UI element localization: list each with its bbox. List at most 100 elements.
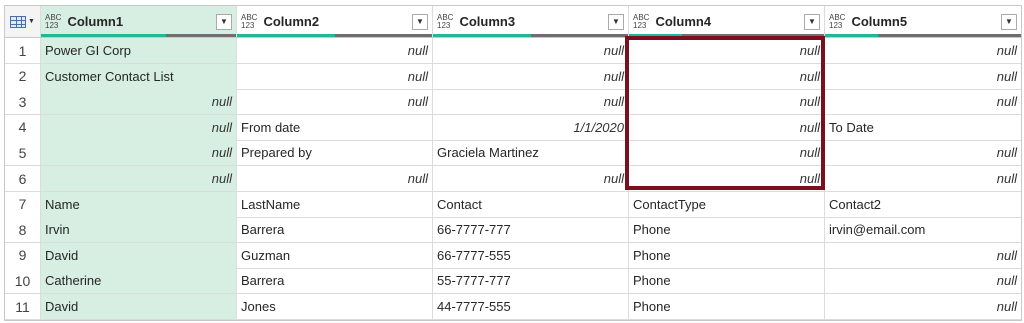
- row-number[interactable]: 1: [5, 38, 41, 63]
- table-cell[interactable]: null: [41, 166, 237, 191]
- table-cell[interactable]: 66-7777-555: [433, 242, 629, 268]
- table-cell[interactable]: Guzman: [237, 242, 433, 268]
- table-cell[interactable]: null: [629, 114, 825, 140]
- table-cell[interactable]: null: [825, 294, 1021, 319]
- any-type-icon[interactable]: ABC 123: [437, 13, 453, 30]
- table-cell[interactable]: LastName: [237, 191, 433, 217]
- table-cell[interactable]: null: [629, 140, 825, 166]
- table-cell[interactable]: Phone: [629, 268, 825, 294]
- table-cell[interactable]: null: [41, 140, 237, 166]
- table-cell[interactable]: 55-7777-777: [433, 268, 629, 294]
- column-header-3[interactable]: ABC 123 Column3 ▼: [433, 6, 629, 37]
- table-cell[interactable]: Barrera: [237, 268, 433, 294]
- table-cell[interactable]: null: [237, 63, 433, 89]
- column-header-5[interactable]: ABC 123 Column5 ▼: [825, 6, 1021, 37]
- table-cell[interactable]: null: [629, 63, 825, 89]
- table-cell[interactable]: David: [41, 242, 237, 268]
- table-row[interactable]: 8 Irvin Barrera 66-7777-777 Phone irvin@email…: [5, 217, 1021, 244]
- table-cell[interactable]: null: [825, 268, 1021, 293]
- filter-dropdown-button[interactable]: ▼: [216, 13, 232, 30]
- filter-dropdown-button[interactable]: ▼: [804, 13, 820, 30]
- any-type-icon[interactable]: ABC 123: [633, 13, 649, 30]
- chevron-down-icon: ▼: [28, 18, 35, 25]
- table-cell[interactable]: To Date: [825, 115, 1021, 140]
- table-row[interactable]: 3 null null null null null: [5, 89, 1021, 116]
- table-cell[interactable]: Barrera: [237, 217, 433, 243]
- table-menu-button[interactable]: ▼: [5, 6, 41, 37]
- table-row[interactable]: 11 David Jones 44-7777-555 Phone null: [5, 294, 1021, 320]
- table-cell[interactable]: Irvin: [41, 217, 237, 243]
- filter-dropdown-button[interactable]: ▼: [412, 13, 428, 30]
- table-row[interactable]: 2 Customer Contact List null null null null: [5, 63, 1021, 90]
- table-cell[interactable]: Name: [41, 191, 237, 217]
- table-row[interactable]: 1 Power GI Corp null null null null: [5, 38, 1021, 64]
- table-cell[interactable]: 66-7777-777: [433, 217, 629, 243]
- quality-valid-segment: [41, 34, 166, 37]
- table-cell[interactable]: 44-7777-555: [433, 294, 629, 319]
- table-cell[interactable]: Customer Contact List: [41, 63, 237, 89]
- table-cell[interactable]: null: [237, 89, 433, 115]
- table-row[interactable]: 5 null Prepared by Graciela Martinez null nul…: [5, 140, 1021, 167]
- table-cell[interactable]: null: [629, 166, 825, 191]
- table-cell[interactable]: null: [237, 38, 433, 63]
- table-cell[interactable]: Phone: [629, 242, 825, 268]
- table-cell[interactable]: null: [825, 140, 1021, 165]
- column-quality-bar: [825, 34, 1021, 37]
- table-cell[interactable]: Jones: [237, 294, 433, 319]
- table-cell[interactable]: null: [41, 114, 237, 140]
- column-quality-bar: [41, 34, 236, 37]
- row-number[interactable]: 9: [5, 242, 41, 268]
- row-number[interactable]: 8: [5, 217, 41, 243]
- table-cell[interactable]: null: [433, 38, 629, 63]
- quality-error-segment: [530, 34, 628, 37]
- filter-dropdown-button[interactable]: ▼: [608, 13, 624, 30]
- table-cell[interactable]: Prepared by: [237, 140, 433, 166]
- table-cell[interactable]: null: [433, 166, 629, 191]
- column-header-2[interactable]: ABC 123 Column2 ▼: [237, 6, 433, 37]
- table-cell[interactable]: Phone: [629, 217, 825, 243]
- table-cell[interactable]: null: [629, 38, 825, 63]
- quality-valid-segment: [629, 34, 682, 37]
- any-type-icon[interactable]: ABC 123: [45, 13, 61, 30]
- row-number[interactable]: 10: [5, 268, 41, 294]
- row-number[interactable]: 4: [5, 114, 41, 140]
- table-cell[interactable]: irvin@email.com: [825, 217, 1021, 242]
- quality-valid-segment: [825, 34, 878, 37]
- table-cell[interactable]: null: [825, 166, 1021, 191]
- table-cell[interactable]: Contact2: [825, 192, 1021, 217]
- row-number[interactable]: 5: [5, 140, 41, 166]
- table-cell[interactable]: Catherine: [41, 268, 237, 294]
- row-number[interactable]: 6: [5, 166, 41, 191]
- table-cell[interactable]: David: [41, 294, 237, 319]
- row-number[interactable]: 2: [5, 63, 41, 89]
- table-cell[interactable]: From date: [237, 114, 433, 140]
- table-cell[interactable]: null: [825, 243, 1021, 268]
- any-type-icon[interactable]: ABC 123: [829, 13, 845, 30]
- table-row[interactable]: 7 Name LastName Contact ContactType Contact2: [5, 191, 1021, 218]
- row-number[interactable]: 3: [5, 89, 41, 115]
- table-row[interactable]: 9 David Guzman 66-7777-555 Phone null: [5, 242, 1021, 269]
- table-cell[interactable]: Power GI Corp: [41, 38, 237, 63]
- table-cell[interactable]: null: [629, 89, 825, 115]
- row-number[interactable]: 11: [5, 294, 41, 319]
- table-cell[interactable]: Contact: [433, 191, 629, 217]
- column-header-4[interactable]: ABC 123 Column4 ▼: [629, 6, 825, 37]
- table-cell[interactable]: 1/1/2020: [433, 114, 629, 140]
- filter-dropdown-button[interactable]: ▼: [1001, 13, 1017, 30]
- table-cell[interactable]: null: [41, 89, 237, 115]
- table-cell[interactable]: null: [433, 63, 629, 89]
- table-cell[interactable]: null: [825, 38, 1021, 63]
- table-row[interactable]: 10 Catherine Barrera 55-7777-777 Phone null: [5, 268, 1021, 295]
- table-cell[interactable]: Phone: [629, 294, 825, 319]
- table-cell[interactable]: ContactType: [629, 191, 825, 217]
- column-header-1[interactable]: ABC 123 Column1 ▼: [41, 6, 237, 37]
- table-cell[interactable]: null: [825, 89, 1021, 114]
- table-cell[interactable]: null: [237, 166, 433, 191]
- any-type-icon[interactable]: ABC 123: [241, 13, 257, 30]
- table-cell[interactable]: Graciela Martinez: [433, 140, 629, 166]
- table-cell[interactable]: null: [825, 64, 1021, 89]
- table-cell[interactable]: null: [433, 89, 629, 115]
- row-number[interactable]: 7: [5, 191, 41, 217]
- table-row[interactable]: 4 null From date 1/1/2020 null To Date: [5, 114, 1021, 141]
- table-row[interactable]: 6 null null null null null: [5, 166, 1021, 192]
